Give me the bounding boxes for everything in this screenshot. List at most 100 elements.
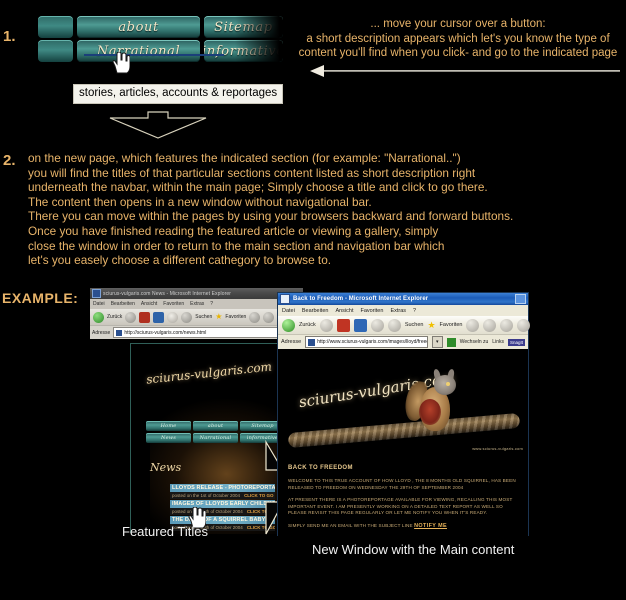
forward-button-icon[interactable] bbox=[125, 311, 137, 323]
site-nav-about[interactable]: about bbox=[193, 421, 238, 431]
mail-button-icon[interactable] bbox=[500, 318, 514, 332]
demo-navbar-row-1: about Sitemap bbox=[38, 16, 283, 38]
nav-button-narrational[interactable]: Narrational bbox=[77, 40, 200, 62]
browser2-menu-help[interactable]: ? bbox=[413, 308, 416, 314]
browser2-address-input[interactable]: http://www.sciurus-vulgaris.com/images/l… bbox=[305, 336, 428, 348]
favorites-star-icon[interactable]: ★ bbox=[427, 320, 435, 330]
article-paragraph-2: AT PRESENT THERE IS A PHOTOREPORTAGE AVA… bbox=[288, 497, 513, 516]
history-button-icon[interactable] bbox=[263, 311, 275, 323]
back-button-icon[interactable] bbox=[93, 311, 104, 323]
browser1-address-value: http://sciurus-vulgaris.com/news.html bbox=[124, 329, 207, 336]
browser2-menu-extras[interactable]: Extras bbox=[390, 308, 406, 314]
site-nav-home-label: Home bbox=[160, 423, 177, 429]
browser2-menu-datei[interactable]: Datei bbox=[282, 308, 295, 314]
site-nav-narrational-label: Narrational bbox=[199, 435, 232, 441]
squirrel-eye bbox=[446, 382, 450, 386]
browser1-menu-bearbeiten[interactable]: Bearbeiten bbox=[111, 301, 135, 307]
browser2-toolbar[interactable]: Zurück Suchen ★ Favoriten bbox=[278, 316, 531, 334]
snagit-toolbar-label[interactable]: SnagIt bbox=[507, 338, 525, 346]
browser1-menu-favoriten[interactable]: Favoriten bbox=[163, 301, 184, 307]
branch-graphic bbox=[287, 412, 521, 449]
links-label[interactable]: Links bbox=[492, 339, 504, 345]
hero-image: sciurus-vulgaris.com www.sciurus-vulgari… bbox=[278, 349, 528, 457]
list-item[interactable]: LLOYDS RELEASE - PHOTOREPORTAGE posted o… bbox=[170, 484, 275, 499]
list-item[interactable]: IMAGES OF LLOYDS EARLY CHILDHOOD posted … bbox=[170, 500, 275, 515]
browser2-menu-ansicht[interactable]: Ansicht bbox=[335, 308, 353, 314]
step2-line-8: let's you easely choose a different cath… bbox=[28, 253, 332, 268]
navbar-stub-left-2 bbox=[38, 40, 74, 62]
list-item-desc: posted on the 15th of October 2004 bbox=[172, 509, 243, 514]
window-controls[interactable] bbox=[515, 294, 528, 304]
search-button-icon[interactable] bbox=[387, 318, 401, 332]
stop-button-icon[interactable] bbox=[336, 318, 350, 332]
search-button-icon[interactable] bbox=[181, 311, 193, 323]
history-button-icon[interactable] bbox=[483, 318, 497, 332]
article-heading: BACK TO FREEDOM bbox=[288, 465, 353, 471]
address-dropdown-icon[interactable]: ▾ bbox=[431, 336, 443, 348]
browser2-viewport: sciurus-vulgaris.com www.sciurus-vulgari… bbox=[278, 349, 528, 536]
page-icon bbox=[308, 338, 316, 346]
back-button-label: Zurück bbox=[107, 314, 123, 320]
site-nav-narrational[interactable]: Narrational bbox=[193, 433, 238, 443]
refresh-button-icon[interactable] bbox=[353, 318, 367, 332]
back-button-icon[interactable] bbox=[282, 318, 295, 332]
site-logo-text: sciurus-vulgaris.com bbox=[145, 359, 273, 387]
site-nav-news[interactable]: News bbox=[146, 433, 191, 443]
nav-button-sitemap[interactable]: Sitemap bbox=[203, 16, 283, 38]
step2-line-2: you will find the titles of that particu… bbox=[28, 165, 476, 180]
media-button-icon[interactable] bbox=[249, 311, 261, 323]
favorites-star-icon[interactable]: ★ bbox=[215, 313, 222, 321]
step2-text-block: on the new page, which features the indi… bbox=[28, 151, 624, 268]
nav-button-about[interactable]: about bbox=[77, 16, 200, 38]
go-label: Wechseln zu bbox=[459, 339, 489, 345]
go-button-icon[interactable] bbox=[446, 337, 456, 347]
nav-button-informative-label: informative bbox=[203, 43, 283, 59]
browser2-address-value: http://www.sciurus-vulgaris.com/images/l… bbox=[317, 339, 427, 345]
browser1-menu-ansicht[interactable]: Ansicht bbox=[141, 301, 157, 307]
nav-button-about-label: about bbox=[118, 19, 159, 35]
media-button-icon[interactable] bbox=[466, 318, 480, 332]
print-button-icon[interactable] bbox=[517, 318, 531, 332]
list-item-desc: posted on the 1st of October 2004 bbox=[172, 493, 241, 498]
browser2-title-text: Back to Freedom - Microsoft Internet Exp… bbox=[293, 296, 429, 302]
home-button-icon[interactable] bbox=[370, 318, 384, 332]
browser1-menu-help[interactable]: ? bbox=[210, 301, 213, 307]
refresh-button-icon[interactable] bbox=[153, 311, 165, 323]
browser2-titlebar[interactable]: Back to Freedom - Microsoft Internet Exp… bbox=[278, 293, 528, 305]
notify-me-link[interactable]: NOTIFY ME bbox=[414, 523, 447, 529]
nav-button-narrational-label: Narrational bbox=[96, 43, 181, 59]
browser1-titlebar[interactable]: sciurus-vulgaris.com News - Microsoft In… bbox=[90, 288, 303, 299]
browser1-addressbar[interactable]: Adresse http://sciurus-vulgaris.com/news… bbox=[90, 325, 303, 339]
nav-button-informative[interactable]: informative bbox=[203, 40, 283, 62]
browser2-menu-bearbeiten[interactable]: Bearbeiten bbox=[302, 308, 329, 314]
stop-button-icon[interactable] bbox=[139, 311, 151, 323]
step2-line-6: Once you have finished reading the featu… bbox=[28, 223, 439, 238]
browser2-menu-favoriten[interactable]: Favoriten bbox=[361, 308, 384, 314]
site-nav-home[interactable]: Home bbox=[146, 421, 191, 431]
back-button-label: Zurück bbox=[299, 322, 316, 328]
site-nav-about-label: about bbox=[207, 423, 224, 429]
step1-number: 1. bbox=[3, 28, 16, 45]
navbar-highlight-underline bbox=[84, 54, 224, 56]
forward-button-icon[interactable] bbox=[319, 318, 333, 332]
list-item-title[interactable]: LLOYDS RELEASE - PHOTOREPORTAGE bbox=[170, 484, 275, 492]
tooltip-description: stories, articles, accounts & reportages bbox=[73, 84, 284, 104]
browser1-menu-extras[interactable]: Extras bbox=[190, 301, 204, 307]
browser2-menubar[interactable]: Datei Bearbeiten Ansicht Favoriten Extra… bbox=[278, 305, 528, 316]
browser1-toolbar[interactable]: Zurück Suchen ★ Favoriten bbox=[90, 309, 303, 325]
tutorial-page: 1. about Sitemap Narrational informative… bbox=[0, 0, 626, 600]
list-item-title[interactable]: THE DIARY OF A SQUIRREL BABY bbox=[170, 516, 275, 524]
list-item-title[interactable]: IMAGES OF LLOYDS EARLY CHILDHOOD bbox=[170, 500, 275, 508]
left-pointing-arrow-icon bbox=[310, 65, 620, 77]
list-item-meta: posted on the 15th of October 2004 CLICK… bbox=[170, 508, 275, 515]
browser1-menubar[interactable]: Datei Bearbeiten Ansicht Favoriten Extra… bbox=[90, 299, 303, 309]
browser-window-new-content[interactable]: Back to Freedom - Microsoft Internet Exp… bbox=[278, 293, 531, 536]
navbar-stub-left-1 bbox=[38, 16, 74, 38]
browser1-menu-datei[interactable]: Datei bbox=[93, 301, 105, 307]
browser1-address-input[interactable]: http://sciurus-vulgaris.com/news.html bbox=[113, 327, 303, 338]
home-button-icon[interactable] bbox=[167, 311, 179, 323]
step2-line-5: There you can move within the pages by u… bbox=[28, 209, 514, 224]
minimize-icon[interactable] bbox=[515, 294, 526, 304]
favorites-button-label: Favoriten bbox=[439, 322, 463, 328]
browser2-addressbar[interactable]: Adresse http://www.sciurus-vulgaris.com/… bbox=[278, 334, 528, 349]
